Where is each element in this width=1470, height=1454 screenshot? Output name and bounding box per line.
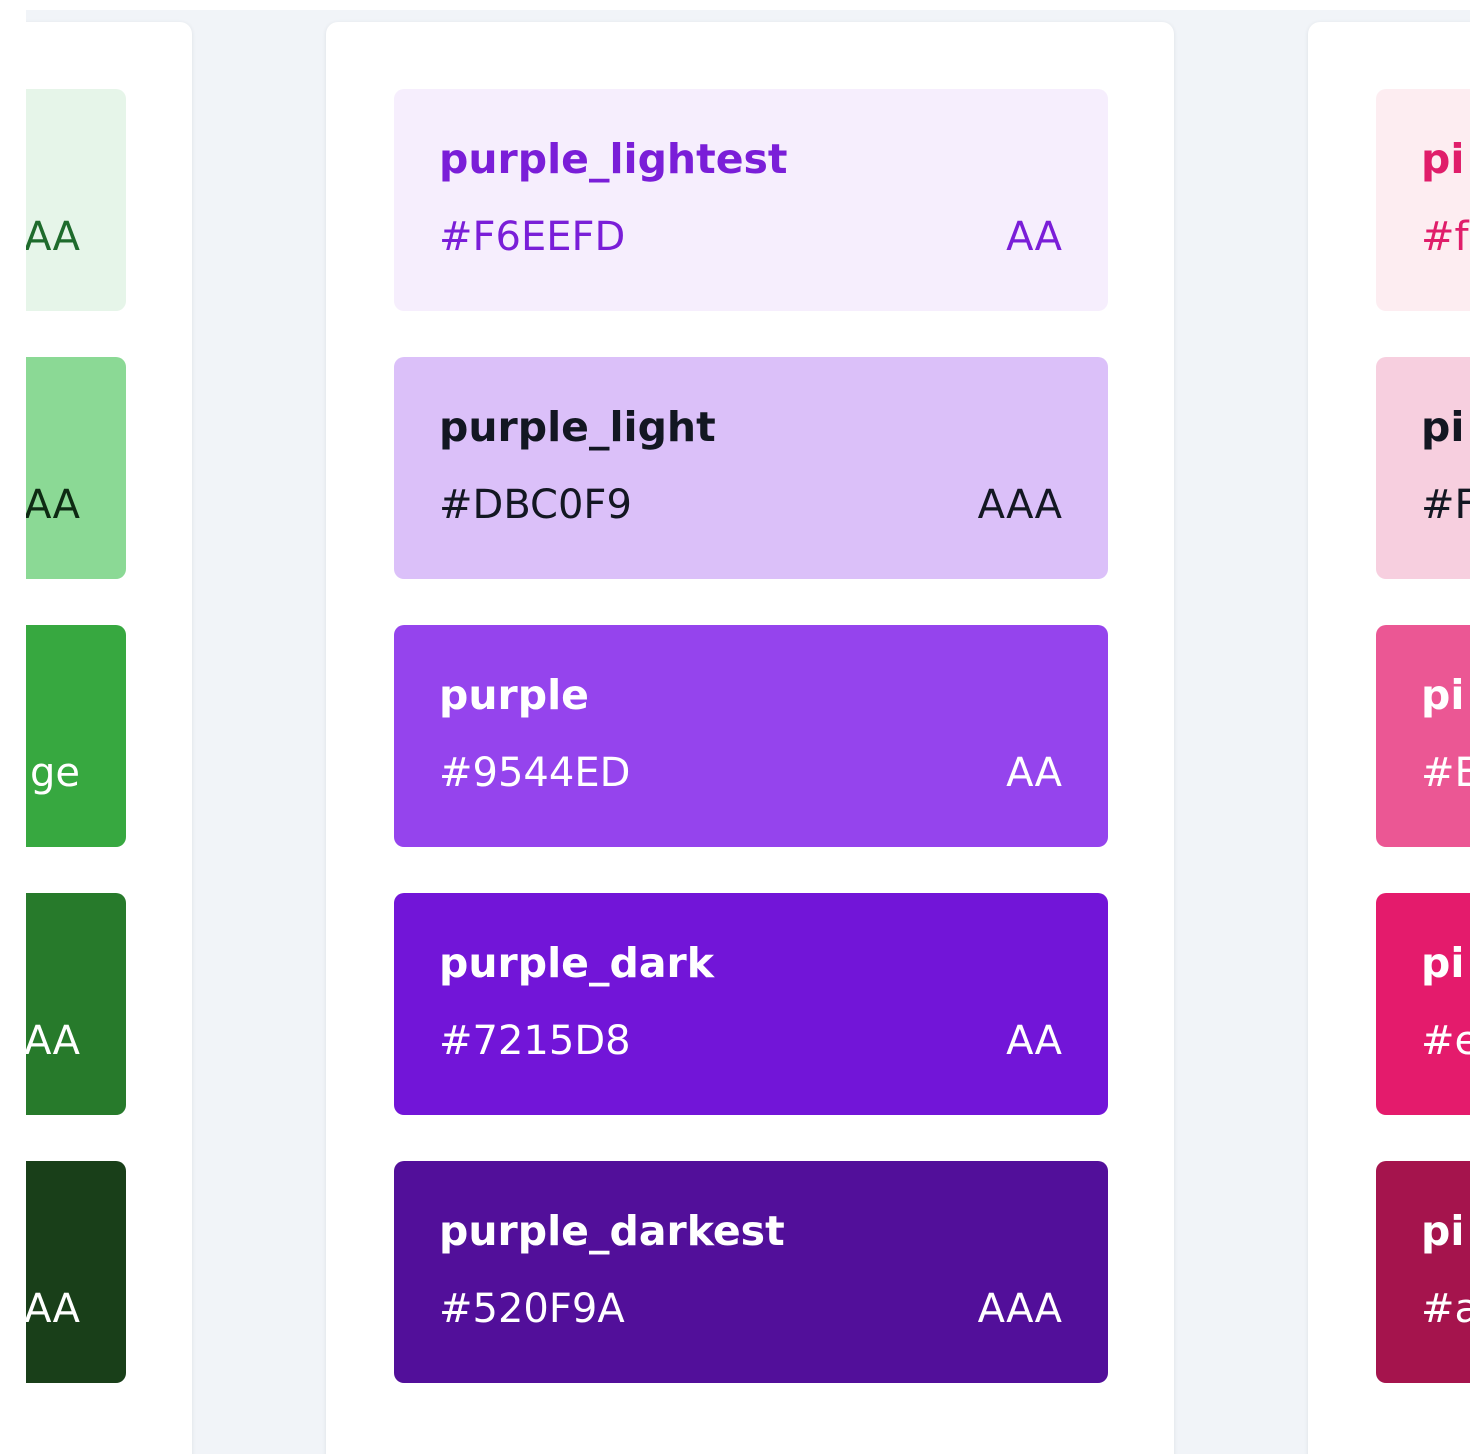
green-swatch-darkest[interactable]: AA <box>26 1161 126 1383</box>
color-name: pi <box>1421 135 1465 183</box>
color-name: pi <box>1421 939 1465 987</box>
contrast-grade: AA <box>1006 214 1062 260</box>
color-name: pi <box>1421 671 1465 719</box>
color-hex: #F <box>1421 482 1470 528</box>
color-hex: #DBC0F9 <box>439 482 632 528</box>
color-hex: #E <box>1421 750 1470 796</box>
color-name: purple_dark <box>439 939 714 987</box>
green-swatch-base[interactable]: ge <box>26 625 126 847</box>
pink-swatch-darkest[interactable]: pi #a <box>1376 1161 1470 1383</box>
contrast-grade: AA <box>1006 1018 1062 1064</box>
purple-swatch-lightest[interactable]: purple_lightest #F6EEFD AA <box>394 89 1108 311</box>
contrast-grade: AAA <box>977 482 1062 528</box>
pink-swatch-light[interactable]: pi #F <box>1376 357 1470 579</box>
color-hex: #9544ED <box>439 750 631 796</box>
purple-swatch-light[interactable]: purple_light #DBC0F9 AAA <box>394 357 1108 579</box>
color-hex: #a <box>1421 1286 1470 1332</box>
color-name: purple_light <box>439 403 716 451</box>
pink-palette-card: pi #f pi #F pi #E pi #e pi #a <box>1308 22 1470 1454</box>
color-hex: #e <box>1421 1018 1470 1064</box>
green-palette-card: AA AA ge AA AA <box>26 22 192 1454</box>
contrast-grade: ge <box>30 750 80 796</box>
pink-swatch-dark[interactable]: pi #e <box>1376 893 1470 1115</box>
contrast-grade: AA <box>26 482 80 528</box>
purple-swatch-base[interactable]: purple #9544ED AA <box>394 625 1108 847</box>
green-swatch-light[interactable]: AA <box>26 357 126 579</box>
color-name: purple_darkest <box>439 1207 785 1255</box>
color-name: pi <box>1421 403 1465 451</box>
purple-palette-card: purple_lightest #F6EEFD AA purple_light … <box>326 22 1174 1454</box>
green-swatch-dark[interactable]: AA <box>26 893 126 1115</box>
color-hex: #f <box>1421 214 1469 260</box>
contrast-grade: AA <box>26 1286 80 1332</box>
purple-swatch-darkest[interactable]: purple_darkest #520F9A AAA <box>394 1161 1108 1383</box>
contrast-grade: AA <box>26 1018 80 1064</box>
pink-swatch-lightest[interactable]: pi #f <box>1376 89 1470 311</box>
pink-swatch-base[interactable]: pi #E <box>1376 625 1470 847</box>
color-hex: #7215D8 <box>439 1018 631 1064</box>
green-swatch-lightest[interactable]: AA <box>26 89 126 311</box>
palette-canvas: AA AA ge AA AA purple_lightest #F6EEFD A… <box>26 10 1470 1454</box>
contrast-grade: AA <box>26 214 80 260</box>
color-name: pi <box>1421 1207 1465 1255</box>
color-hex: #F6EEFD <box>439 214 626 260</box>
color-hex: #520F9A <box>439 1286 625 1332</box>
contrast-grade: AAA <box>977 1286 1062 1332</box>
contrast-grade: AA <box>1006 750 1062 796</box>
color-name: purple <box>439 671 589 719</box>
color-name: purple_lightest <box>439 135 788 183</box>
purple-swatch-dark[interactable]: purple_dark #7215D8 AA <box>394 893 1108 1115</box>
